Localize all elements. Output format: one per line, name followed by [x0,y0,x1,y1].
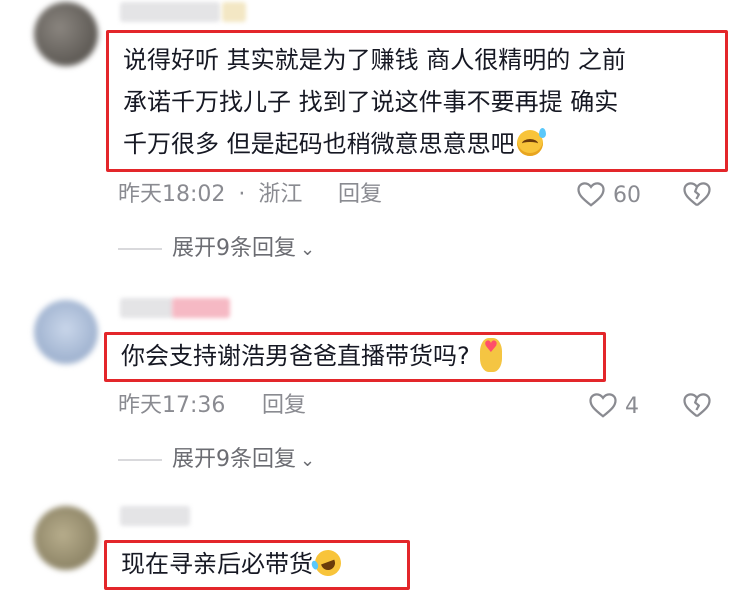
like-button[interactable]: 4 [588,391,639,421]
reply-button[interactable]: 回复 [262,392,306,420]
like-count: 60 [613,183,641,208]
rolling-laugh-icon [311,546,345,580]
comment-meta: 昨天17:36 [118,392,225,420]
comment-item: 现在寻亲后必带货 [0,490,754,590]
comment-location: 浙江 [258,182,303,207]
comment-time: 昨天18:02 [118,182,226,207]
sweat-smile-icon [516,128,546,156]
avatar[interactable] [34,300,98,364]
username[interactable] [120,298,174,318]
heart-outline-icon [577,182,605,207]
username[interactable] [120,506,190,526]
chevron-down-icon: ⌄ [300,239,316,260]
comment-meta: 昨天18:02 · 浙江 [118,181,302,209]
comment-text-line: 你会支持谢浩男爸爸直播带货吗? [121,342,470,370]
comment-time: 昨天17:36 [118,393,226,418]
heart-outline-icon [589,393,617,418]
comment-text-line: 承诺千万找儿子 找到了说这件事不要再提 确实 [123,88,619,116]
meta-separator: · [238,182,246,207]
broken-heart-icon [683,182,711,207]
divider [118,248,162,250]
expand-replies-label: 展开9条回复 [172,447,296,472]
comment-item: 你会支持谢浩男爸爸直播带货吗? 昨天17:36 回复 4 展开9条回复⌄ [0,290,754,480]
comment-text-line: 现在寻亲后必带货 [121,550,313,578]
reply-button[interactable]: 回复 [338,181,382,209]
divider [118,459,162,461]
avatar[interactable] [34,2,98,66]
user-badge [222,2,246,22]
like-count: 4 [625,394,639,419]
expand-replies-button[interactable]: 展开9条回复 ⌄ [118,446,315,475]
user-badge [172,298,230,318]
comment-text-box: 说得好听 其实就是为了赚钱 商人很精明的 之前 承诺千万找儿子 找到了说这件事不… [106,30,728,172]
finger-heart-icon [479,326,502,372]
expand-replies-label: 展开9条回复 [172,236,296,261]
username[interactable] [120,2,220,22]
like-button[interactable]: 60 [576,180,641,210]
comment-text-line: 千万很多 但是起码也稍微意思意思吧 [123,130,515,158]
dislike-button[interactable] [682,391,712,423]
avatar[interactable] [34,506,98,570]
chevron-down-icon: ⌄ [300,450,316,471]
dislike-button[interactable] [682,180,712,212]
comment-item: 说得好听 其实就是为了赚钱 商人很精明的 之前 承诺千万找儿子 找到了说这件事不… [0,0,754,290]
broken-heart-icon [683,393,711,418]
comment-text-line: 说得好听 其实就是为了赚钱 商人很精明的 之前 [123,46,626,74]
expand-replies-button[interactable]: 展开9条回复 ⌄ [118,235,315,264]
comment-text-box: 你会支持谢浩男爸爸直播带货吗? [104,326,606,382]
